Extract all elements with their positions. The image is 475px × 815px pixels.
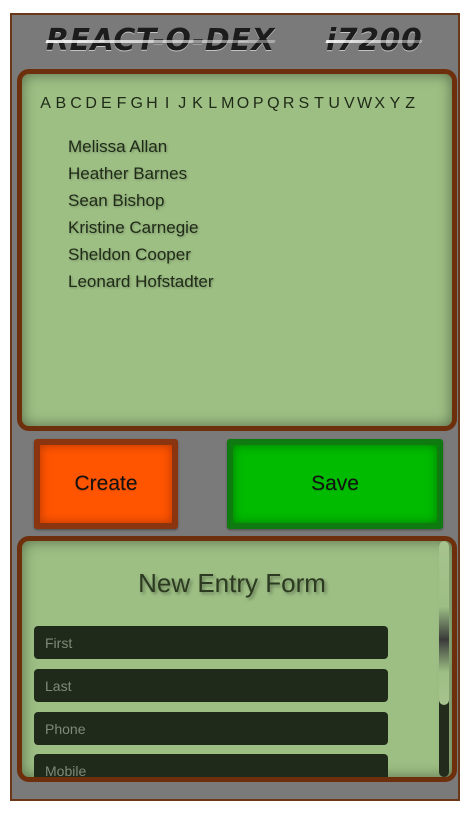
header: REACT-O-DEX i7200: [12, 15, 458, 69]
alphabet-letter[interactable]: D: [84, 94, 99, 114]
alphabet-letter[interactable]: W: [357, 94, 372, 114]
alphabet-letter[interactable]: M: [220, 94, 235, 114]
alphabet-letter[interactable]: H: [144, 94, 159, 114]
contact-item[interactable]: Sheldon Cooper: [68, 241, 214, 268]
last-name-input[interactable]: [34, 669, 388, 702]
contact-item[interactable]: Heather Barnes: [68, 160, 214, 187]
contact-item[interactable]: Sean Bishop: [68, 187, 214, 214]
alphabet-letter[interactable]: L: [205, 94, 220, 114]
alphabet-letter[interactable]: I: [160, 94, 175, 114]
form-title: New Entry Form: [138, 568, 326, 598]
contact-list: Melissa Allan Heather Barnes Sean Bishop…: [68, 133, 214, 295]
alphabet-letter[interactable]: Q: [266, 94, 281, 114]
alphabet-letter[interactable]: Y: [387, 94, 402, 114]
alphabet-letter[interactable]: V: [342, 94, 357, 114]
alphabet-letter[interactable]: O: [235, 94, 250, 114]
contact-item[interactable]: Melissa Allan: [68, 133, 214, 160]
contact-list-screen: A B C D E F G H I J K L M O P Q R S T U …: [17, 69, 457, 431]
alphabet-letter[interactable]: F: [114, 94, 129, 114]
alphabet-index: A B C D E F G H I J K L M O P Q R S T U …: [38, 94, 418, 114]
contact-item[interactable]: Leonard Hofstadter: [68, 268, 214, 295]
alphabet-letter[interactable]: R: [281, 94, 296, 114]
brand-title: REACT-O-DEX: [46, 21, 275, 61]
first-name-input[interactable]: [34, 626, 388, 659]
device-frame: REACT-O-DEX i7200 A B C D E F G H I J K …: [10, 13, 460, 801]
alphabet-letter[interactable]: G: [129, 94, 144, 114]
phone-input[interactable]: [34, 712, 388, 745]
alphabet-letter[interactable]: U: [327, 94, 342, 114]
alphabet-letter[interactable]: J: [175, 94, 190, 114]
alphabet-letter[interactable]: Z: [403, 94, 418, 114]
scrollbar-thumb[interactable]: [439, 541, 449, 705]
contact-item[interactable]: Kristine Carnegie: [68, 214, 214, 241]
alphabet-letter[interactable]: S: [296, 94, 311, 114]
model-name: i7200: [326, 21, 422, 61]
alphabet-letter[interactable]: K: [190, 94, 205, 114]
alphabet-letter[interactable]: A: [38, 94, 53, 114]
alphabet-letter[interactable]: T: [311, 94, 326, 114]
alphabet-letter[interactable]: P: [251, 94, 266, 114]
alphabet-letter[interactable]: C: [68, 94, 83, 114]
alphabet-letter[interactable]: B: [53, 94, 68, 114]
alphabet-letter[interactable]: X: [372, 94, 387, 114]
save-button[interactable]: Save: [227, 439, 443, 529]
alphabet-letter[interactable]: E: [99, 94, 114, 114]
create-button[interactable]: Create: [34, 439, 178, 529]
entry-form-screen: New Entry Form: [17, 536, 457, 782]
mobile-input[interactable]: [34, 754, 388, 777]
